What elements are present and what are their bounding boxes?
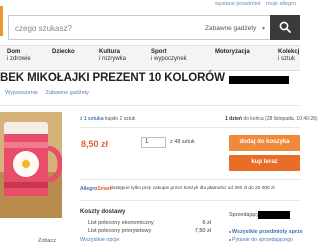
bullet — [229, 231, 231, 233]
top-bar: wysłane przedmiot moje allegro czego szu… — [0, 0, 300, 45]
price: 8,50 zł — [81, 139, 109, 149]
category-culture[interactable]: Kultura i rozrywka — [99, 49, 126, 63]
category-collectibles[interactable]: Kolekcj i sztuk — [278, 49, 299, 63]
category-home[interactable]: Dom i zdrowie — [7, 49, 31, 63]
redaction-bar — [229, 76, 289, 84]
category-automotive[interactable]: Motoryzacja — [215, 49, 250, 56]
product-image[interactable] — [0, 112, 62, 218]
utility-links: wysłane przedmiot moje allegro — [211, 1, 296, 7]
shipping-option-label: List polecony priorytetowy — [88, 228, 152, 234]
category-nav: Dom i zdrowie Dziecko Kultura i rozrywka S… — [0, 45, 300, 71]
divider — [80, 127, 300, 128]
gallery-link[interactable]: Zobacz — [0, 238, 62, 244]
shipping-option-price: 6 zł — [202, 220, 211, 226]
quantity-input[interactable]: 1 — [141, 137, 166, 148]
stock-suffix: kupiło 2 sztuk — [105, 116, 136, 122]
promo-logo: AllegroSmart — [80, 186, 111, 192]
redaction-bar — [258, 211, 290, 219]
crocheted-mug-illustration — [0, 112, 62, 218]
shipping-heading: Koszty dostawy — [80, 209, 126, 215]
util-link-shipped[interactable]: wysłane przedmiot — [215, 1, 261, 7]
all-shipping-options-link[interactable]: Wszystkie opcje — [80, 237, 119, 243]
search-category-select[interactable]: Zabawne gadżety ▾ — [199, 15, 271, 40]
promo-logo-part: Allegro — [80, 186, 98, 192]
ask-seller-link[interactable]: Pytanie do sprzedającego — [232, 237, 293, 243]
search-category-value: Zabawne gadżety — [205, 25, 257, 32]
seller-items-link[interactable]: Wszystkie przedmioty sprze — [232, 229, 303, 235]
util-link-my-allegro[interactable]: moje allegro — [266, 1, 296, 7]
divider — [80, 200, 300, 201]
promo-text: dostępne tylko przy zakupie przez koszyk… — [110, 186, 275, 191]
stock-prefix: z — [80, 116, 83, 122]
divider — [80, 179, 300, 180]
stock-info: z 1 sztuka kupiło 2 sztuk — [80, 116, 135, 122]
buy-now-button[interactable]: kup teraz — [229, 155, 300, 171]
logo-fragment[interactable] — [0, 6, 3, 36]
category-kids[interactable]: Dziecko — [52, 49, 75, 56]
search-icon — [279, 21, 291, 33]
stock-count: 1 sztuka — [83, 116, 104, 122]
divider — [0, 105, 300, 106]
breadcrumb: Wyposażenie Zabawne gadżety — [5, 90, 95, 96]
page-title: BEK MIKOŁAJKI PREZENT 10 KOLORÓW — [0, 72, 225, 84]
add-to-cart-button[interactable]: dodaj do koszyka — [229, 135, 300, 151]
category-sport[interactable]: Sport i wypoczynek — [151, 49, 187, 63]
quantity-note: z 48 sztuk — [170, 139, 195, 145]
shipping-option-label: List polecony ekonomiczny — [88, 220, 154, 226]
chevron-down-icon: ▾ — [261, 26, 265, 32]
breadcrumb-item[interactable]: Wyposażenie — [5, 90, 38, 96]
auction-end-info: 1 dzień do końca (28 listopada, 10:40:26… — [225, 116, 318, 122]
shipping-option-price: 7,50 zł — [194, 228, 211, 234]
ends-date: do końca (28 listopada, 10:40:26) — [243, 116, 318, 122]
search-input[interactable]: czego szukasz? — [8, 15, 200, 40]
seller-heading: Sprzedający — [229, 212, 260, 218]
bullet — [229, 239, 231, 241]
breadcrumb-item[interactable]: Zabawne gadżety — [46, 90, 89, 96]
ends-in: 1 dzień — [225, 116, 242, 122]
search-button[interactable] — [270, 15, 300, 40]
